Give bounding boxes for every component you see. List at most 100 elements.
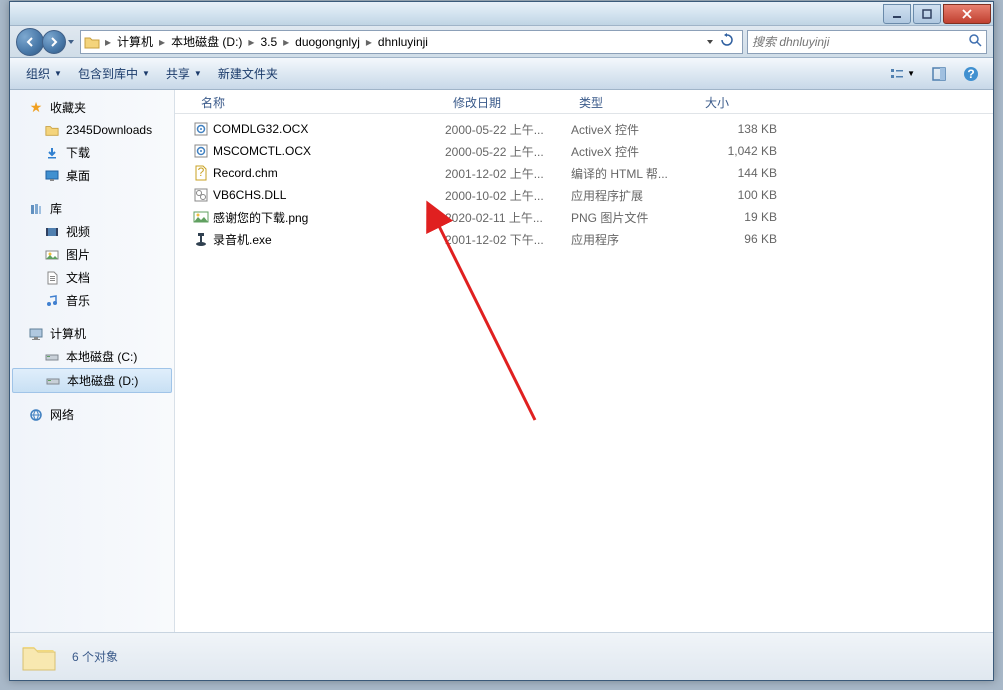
close-button[interactable] [943, 4, 991, 24]
breadcrumb-separator[interactable]: ▸ [364, 35, 374, 49]
file-name: MSCOMCTL.OCX [213, 144, 445, 158]
picture-icon [44, 247, 60, 263]
document-icon [44, 270, 60, 286]
file-list[interactable]: COMDLG32.OCX2000-05-22 上午...ActiveX 控件13… [175, 114, 993, 632]
file-size: 19 KB [697, 210, 777, 224]
minimize-button[interactable] [883, 4, 911, 24]
file-size: 1,042 KB [697, 144, 777, 158]
search-box[interactable] [747, 30, 987, 54]
breadcrumb-separator[interactable]: ▸ [157, 35, 167, 49]
file-icon [193, 143, 209, 159]
file-date: 2020-02-11 上午... [445, 209, 571, 226]
drive-icon [45, 373, 61, 389]
folder-large-icon [20, 638, 58, 676]
column-headers: 名称 修改日期 类型 大小 [175, 90, 993, 114]
newfolder-label: 新建文件夹 [218, 65, 278, 82]
file-type: 编译的 HTML 帮... [571, 165, 697, 182]
maximize-button[interactable] [913, 4, 941, 24]
file-date: 2000-05-22 上午... [445, 143, 571, 160]
nav-item-pictures[interactable]: 图片 [10, 243, 174, 266]
help-button[interactable]: ? [957, 62, 985, 86]
column-size[interactable]: 大小 [697, 90, 787, 113]
file-name: 录音机.exe [213, 231, 445, 248]
breadcrumb-separator[interactable]: ▸ [103, 35, 113, 49]
breadcrumb-item[interactable]: duogongnlyj [291, 33, 364, 51]
file-row[interactable]: 感谢您的下载.png2020-02-11 上午...PNG 图片文件19 KB [175, 206, 993, 228]
nav-item-label: 本地磁盘 (C:) [66, 348, 137, 365]
organize-label: 组织 [26, 65, 50, 82]
include-label: 包含到库中 [78, 65, 138, 82]
favorites-label: 收藏夹 [50, 99, 86, 116]
nav-item-2345downloads[interactable]: 2345Downloads [10, 119, 174, 141]
address-dropdown[interactable] [704, 33, 716, 51]
file-pane: 名称 修改日期 类型 大小 COMDLG32.OCX2000-05-22 上午.… [175, 90, 993, 632]
nav-item-documents[interactable]: 文档 [10, 266, 174, 289]
organize-menu[interactable]: 组织 ▼ [18, 61, 70, 86]
breadcrumb-item[interactable]: dhnluyinji [374, 33, 432, 51]
computer-label: 计算机 [50, 325, 86, 342]
chevron-down-icon: ▼ [142, 69, 150, 78]
column-type[interactable]: 类型 [571, 90, 697, 113]
file-type: ActiveX 控件 [571, 143, 697, 160]
breadcrumb[interactable]: ▸ 计算机 ▸ 本地磁盘 (D:) ▸ 3.5 ▸ duogongnlyj ▸ … [80, 30, 743, 54]
titlebar [10, 2, 993, 26]
column-date[interactable]: 修改日期 [445, 90, 571, 113]
status-text: 6 个对象 [72, 648, 118, 665]
file-type: 应用程序扩展 [571, 187, 697, 204]
library-icon [28, 201, 44, 217]
file-icon [193, 231, 209, 247]
refresh-button[interactable] [718, 31, 736, 52]
nav-library-header[interactable]: 库 [10, 197, 174, 220]
file-name: COMDLG32.OCX [213, 122, 445, 136]
file-row[interactable]: ?Record.chm2001-12-02 上午...编译的 HTML 帮...… [175, 162, 993, 184]
nav-item-desktop[interactable]: 桌面 [10, 164, 174, 187]
nav-item-label: 下载 [66, 144, 90, 161]
nav-network-header[interactable]: 网络 [10, 403, 174, 426]
include-in-library-menu[interactable]: 包含到库中 ▼ [70, 61, 158, 86]
breadcrumb-end [704, 31, 740, 52]
breadcrumb-separator[interactable]: ▸ [281, 35, 291, 49]
file-row[interactable]: MSCOMCTL.OCX2000-05-22 上午...ActiveX 控件1,… [175, 140, 993, 162]
nav-forward-button[interactable] [42, 30, 66, 54]
library-label: 库 [50, 200, 62, 217]
nav-computer-header[interactable]: 计算机 [10, 322, 174, 345]
nav-item-label: 视频 [66, 223, 90, 240]
nav-buttons [16, 28, 76, 56]
file-type: 应用程序 [571, 231, 697, 248]
explorer-body: ★ 收藏夹 2345Downloads 下载 桌面 [10, 90, 993, 632]
breadcrumb-separator[interactable]: ▸ [246, 35, 256, 49]
search-input[interactable] [752, 35, 968, 49]
nav-item-drive-d[interactable]: 本地磁盘 (D:) [12, 368, 172, 393]
nav-group-network: 网络 [10, 403, 174, 426]
file-row[interactable]: 录音机.exe2001-12-02 下午...应用程序96 KB [175, 228, 993, 250]
breadcrumb-item[interactable]: 本地磁盘 (D:) [167, 31, 246, 52]
svg-text:?: ? [967, 67, 974, 81]
nav-favorites-header[interactable]: ★ 收藏夹 [10, 96, 174, 119]
nav-item-video[interactable]: 视频 [10, 220, 174, 243]
share-menu[interactable]: 共享 ▼ [158, 61, 210, 86]
nav-item-music[interactable]: 音乐 [10, 289, 174, 312]
chevron-down-icon: ▼ [907, 69, 915, 78]
file-row[interactable]: VB6CHS.DLL2000-10-02 上午...应用程序扩展100 KB [175, 184, 993, 206]
nav-item-label: 图片 [66, 246, 90, 263]
nav-item-drive-c[interactable]: 本地磁盘 (C:) [10, 345, 174, 368]
breadcrumb-item[interactable]: 计算机 [113, 31, 157, 52]
toolbar: 组织 ▼ 包含到库中 ▼ 共享 ▼ 新建文件夹 ▼ ? [10, 58, 993, 90]
preview-pane-button[interactable] [925, 62, 953, 86]
file-size: 144 KB [697, 166, 777, 180]
file-date: 2000-05-22 上午... [445, 121, 571, 138]
file-row[interactable]: COMDLG32.OCX2000-05-22 上午...ActiveX 控件13… [175, 118, 993, 140]
star-icon: ★ [28, 100, 44, 116]
network-label: 网络 [50, 406, 74, 423]
nav-back-button[interactable] [16, 28, 44, 56]
nav-item-downloads[interactable]: 下载 [10, 141, 174, 164]
new-folder-button[interactable]: 新建文件夹 [210, 61, 286, 86]
column-name[interactable]: 名称 [193, 90, 445, 113]
file-name: 感谢您的下载.png [213, 209, 445, 226]
breadcrumb-item[interactable]: 3.5 [256, 33, 281, 51]
view-options-button[interactable]: ▼ [883, 62, 921, 86]
nav-history-dropdown[interactable] [66, 38, 76, 46]
nav-item-label: 文档 [66, 269, 90, 286]
music-icon [44, 293, 60, 309]
search-icon[interactable] [968, 33, 982, 50]
